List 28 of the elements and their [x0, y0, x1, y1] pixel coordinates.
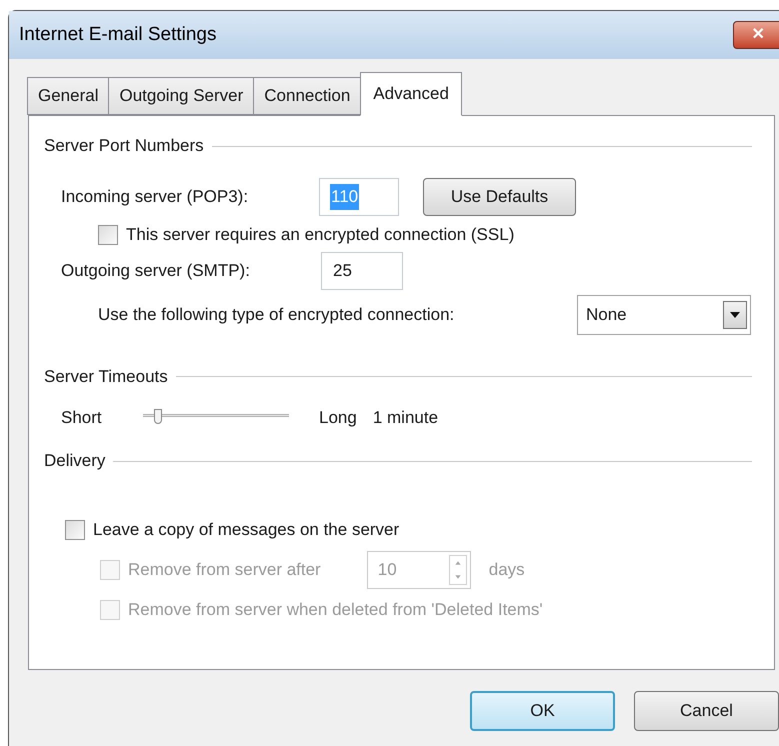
checkbox-label: Leave a copy of messages on the server — [93, 519, 400, 542]
checkbox-label: Remove from server after — [128, 559, 321, 582]
field-label: Incoming server (POP3): — [61, 186, 250, 208]
field-label: Use the following type of encrypted connection: — [98, 304, 456, 326]
dialog-button[interactable]: OK — [470, 691, 615, 731]
field-label: Outgoing server (SMTP): — [61, 260, 251, 282]
slider-label: Long — [319, 406, 357, 428]
group-heading: Delivery — [44, 450, 106, 472]
group-heading: Server Port Numbers — [44, 135, 204, 158]
slider-label: Short — [61, 406, 103, 428]
unit-label: days — [488, 559, 525, 582]
group-heading: Server Timeouts — [44, 366, 168, 388]
slider-thumb[interactable] — [154, 409, 162, 424]
dropdown[interactable]: None — [577, 294, 751, 334]
window-title: Internet E-mail Settings — [19, 22, 216, 47]
tab[interactable]: Connection — [253, 77, 362, 115]
checkbox[interactable] — [98, 224, 118, 245]
checkbox-label: This server requires an encrypted connection (SSL) — [126, 224, 514, 246]
checkbox[interactable] — [65, 520, 85, 540]
caret-icon — [730, 312, 740, 318]
tab[interactable]: General — [27, 77, 110, 115]
checkbox-label: Remove from server when deleted from 'Deleted Items' — [128, 599, 543, 622]
input-field[interactable]: 25 — [321, 252, 403, 290]
tab[interactable]: Outgoing Server — [108, 77, 254, 115]
tab[interactable]: Advanced — [360, 72, 462, 116]
use-defaults-button[interactable]: Use Defaults — [423, 178, 576, 216]
timeout-reading: 1 minute — [372, 406, 438, 428]
dialog-button[interactable]: Cancel — [634, 691, 779, 731]
